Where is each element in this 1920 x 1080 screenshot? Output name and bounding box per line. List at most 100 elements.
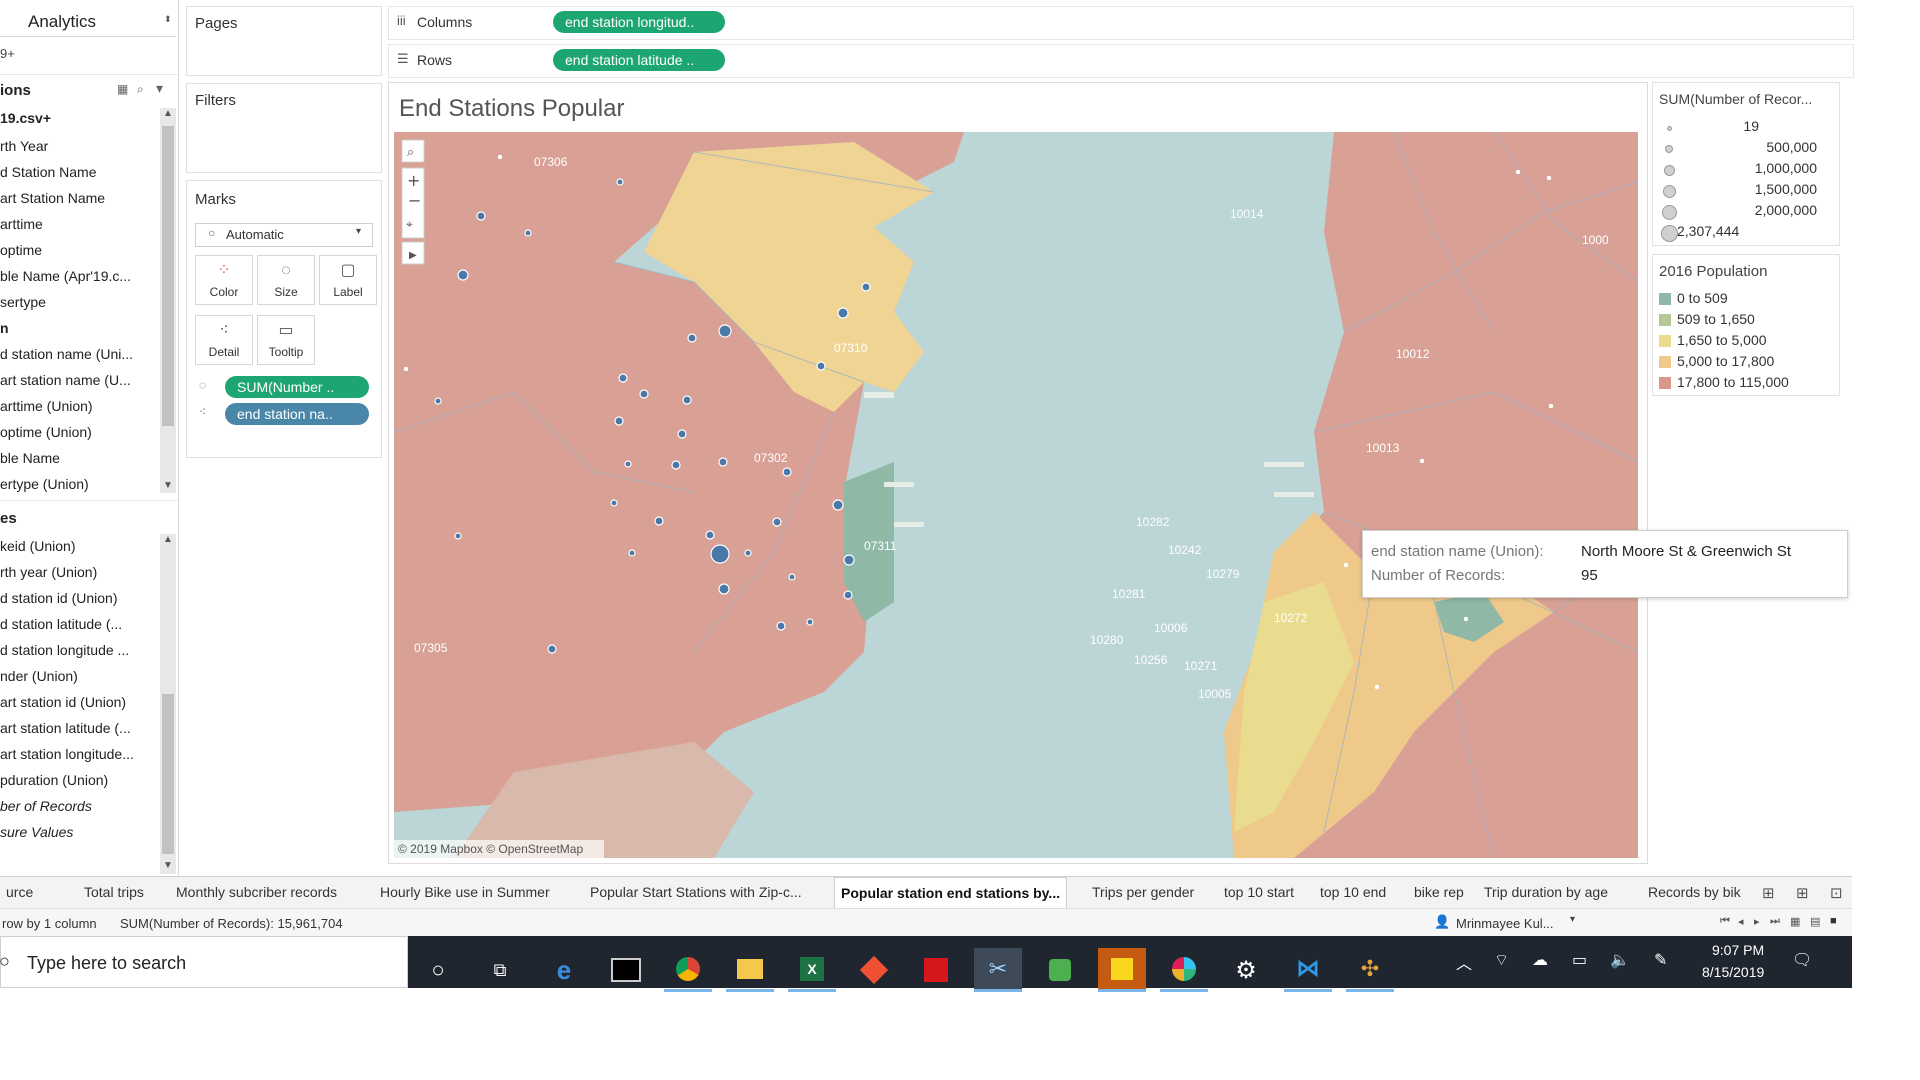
dimension-field[interactable]: ertype (Union) — [0, 476, 89, 492]
size-legend-item[interactable]: 1,000,000 — [1661, 159, 1831, 179]
dimension-field[interactable]: art station name (U... — [0, 372, 131, 388]
station-dot[interactable] — [624, 460, 632, 468]
detail-button[interactable]: ⁖ Detail — [195, 315, 253, 365]
station-dot[interactable] — [1343, 562, 1349, 568]
excel-icon[interactable]: X — [788, 948, 836, 992]
station-dot[interactable] — [1548, 403, 1554, 409]
settings-icon[interactable]: ⚙ — [1222, 948, 1270, 992]
measure-field[interactable]: art station longitude... — [0, 746, 134, 762]
measure-field[interactable]: rth year (Union) — [0, 564, 97, 580]
station-dot[interactable] — [457, 269, 469, 281]
station-dot[interactable] — [832, 499, 844, 511]
terminal-icon[interactable] — [602, 948, 650, 992]
slack-icon[interactable] — [1160, 948, 1208, 992]
chrome-icon[interactable] — [664, 948, 712, 992]
zoom-out-icon[interactable]: − — [408, 191, 421, 210]
station-dot[interactable] — [403, 366, 409, 372]
station-dot[interactable] — [639, 389, 649, 399]
search-icon[interactable]: ⌕ — [137, 82, 144, 97]
station-dot[interactable] — [671, 460, 681, 470]
size-legend-item[interactable]: 2,000,000 — [1661, 201, 1831, 221]
station-dot[interactable] — [718, 457, 728, 467]
scroll-thumb[interactable] — [162, 126, 174, 426]
station-dot[interactable] — [782, 467, 792, 477]
station-dot[interactable] — [843, 590, 853, 600]
scroll-thumb[interactable] — [162, 694, 174, 854]
detail-dimension-pill[interactable]: end station na.. — [225, 403, 369, 425]
sheet-tab[interactable]: Trips per gender — [1086, 877, 1200, 907]
label-button[interactable]: ▢ Label — [319, 255, 377, 305]
measure-field[interactable]: art station latitude (... — [0, 720, 131, 736]
tableau-icon[interactable]: ✣ — [1346, 948, 1394, 992]
clock-date[interactable]: 8/15/2019 — [1702, 964, 1764, 980]
station-dot[interactable] — [454, 532, 462, 540]
tooltip-button[interactable]: ▭ Tooltip — [257, 315, 315, 365]
clock-time[interactable]: 9:07 PM — [1712, 942, 1764, 958]
size-measure-pill[interactable]: SUM(Number .. — [225, 376, 369, 398]
station-dot[interactable] — [628, 549, 636, 557]
show-hidden-icons[interactable]: ︿ — [1456, 950, 1472, 974]
sheet-tab[interactable]: Total trips — [78, 877, 150, 907]
wifi-icon[interactable]: ⌔ — [1494, 950, 1509, 970]
pen-icon[interactable]: ✎ — [1654, 950, 1667, 970]
battery-icon[interactable]: ▭ — [1572, 950, 1587, 970]
rows-shelf[interactable]: ☰ Rows end station latitude .. — [388, 44, 1854, 78]
sheet-tab[interactable]: Monthly subcriber records — [170, 877, 343, 907]
action-center-icon[interactable]: 🗨 — [1792, 950, 1812, 970]
measures-scrollbar[interactable]: ▲ ▼ — [160, 534, 176, 874]
folder-label[interactable]: n — [0, 320, 9, 336]
mark-type-dropdown[interactable]: ○ Automatic ▾ — [195, 223, 373, 247]
measure-field[interactable]: ber of Records — [0, 798, 92, 814]
station-dot[interactable] — [837, 307, 849, 319]
station-dot[interactable] — [687, 333, 697, 343]
new-worksheet-icon[interactable]: ⊞ — [1762, 884, 1775, 902]
sheet-tab[interactable]: top 10 end — [1314, 877, 1392, 907]
scroll-down-icon[interactable]: ▼ — [163, 480, 173, 491]
station-dot[interactable] — [682, 395, 692, 405]
volume-icon[interactable]: 🔈 — [1610, 950, 1630, 970]
measure-field[interactable]: keid (Union) — [0, 538, 75, 554]
map-attribution[interactable]: © 2019 Mapbox © OpenStreetMap — [398, 842, 583, 856]
last-sheet-icon[interactable]: ⏭ — [1770, 915, 1780, 928]
station-dot[interactable] — [718, 583, 730, 595]
station-dot[interactable] — [861, 282, 871, 292]
rows-pill[interactable]: end station latitude .. — [553, 49, 725, 71]
dimension-field[interactable]: optime — [0, 242, 42, 258]
station-dot[interactable] — [1374, 684, 1380, 690]
user-name[interactable]: Mrinmayee Kul... — [1456, 916, 1554, 931]
dimension-field[interactable]: optime (Union) — [0, 424, 92, 440]
onedrive-icon[interactable]: ☁ — [1532, 950, 1548, 970]
station-dot[interactable] — [744, 549, 752, 557]
measure-field[interactable]: nder (Union) — [0, 668, 78, 684]
cortana-icon[interactable]: ○ — [414, 948, 462, 992]
analytics-dropdown[interactable]: Analytics ⬍ — [0, 6, 176, 37]
new-story-icon[interactable]: ⊡ — [1830, 884, 1843, 902]
station-dot[interactable] — [816, 361, 826, 371]
station-dot[interactable] — [776, 621, 786, 631]
measure-field[interactable]: d station id (Union) — [0, 590, 118, 606]
color-legend-item[interactable]: 0 to 509 — [1659, 289, 1833, 309]
list-view-icon[interactable]: ▦ — [117, 82, 128, 96]
dimension-field[interactable]: ble Name (Apr'19.c... — [0, 268, 131, 284]
station-dot[interactable] — [677, 429, 687, 439]
station-dot[interactable] — [614, 416, 624, 426]
station-dot[interactable] — [1546, 175, 1552, 181]
station-dot[interactable] — [843, 554, 855, 566]
dimensions-scrollbar[interactable]: ▲ ▼ — [160, 108, 176, 493]
color-legend[interactable]: 2016 Population 0 to 509 509 to 1,650 1,65… — [1652, 254, 1840, 396]
size-legend-item[interactable]: 19 — [1661, 117, 1831, 137]
file-explorer-icon[interactable] — [726, 948, 774, 992]
measure-field[interactable]: sure Values — [0, 824, 73, 840]
collapse-icon[interactable]: ▾ — [156, 80, 163, 97]
sheet-tab[interactable]: Records by bik — [1642, 877, 1747, 907]
station-dot[interactable] — [1515, 169, 1521, 175]
dimension-field[interactable]: sertype — [0, 294, 46, 310]
map-search-icon[interactable]: ⌕ — [407, 145, 414, 160]
color-legend-item[interactable]: 5,000 to 17,800 — [1659, 352, 1833, 372]
next-sheet-icon[interactable]: ▸ — [1754, 915, 1760, 928]
columns-pill[interactable]: end station longitud.. — [553, 11, 725, 33]
station-dot[interactable] — [718, 324, 732, 338]
filters-card[interactable]: Filters — [186, 83, 382, 173]
snipping-icon[interactable]: ✂ — [974, 948, 1022, 992]
color-legend-item[interactable]: 17,800 to 115,000 — [1659, 373, 1833, 393]
